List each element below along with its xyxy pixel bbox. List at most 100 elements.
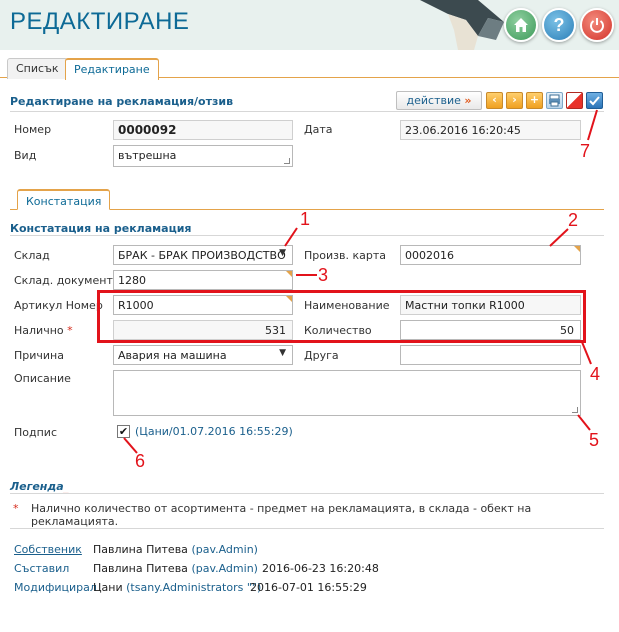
signature-checkbox[interactable]: ✔: [117, 425, 130, 438]
resize-handle-icon[interactable]: [284, 158, 290, 164]
annotation-5: 5: [589, 430, 600, 450]
form-title: Редактиране на рекламация/отзив: [10, 95, 234, 108]
modifier-info: Цани (tsany.Administrators ""): [93, 581, 261, 594]
checkmark-icon: ✔: [118, 425, 129, 438]
number-label: Номер: [14, 123, 52, 136]
modifier-label: Модифицирал: [14, 581, 97, 594]
action-button-label: действие: [406, 94, 461, 107]
annotation-7: 7: [580, 141, 591, 161]
chevron-right-icon: ›: [512, 93, 517, 106]
prev-button[interactable]: ‹: [486, 92, 503, 109]
app-header: РЕДАКТИРАНЕ ?: [0, 0, 619, 50]
warehouse-doc-field[interactable]: 1280: [113, 270, 293, 290]
save-button[interactable]: [586, 92, 603, 109]
legend-star: *: [13, 502, 19, 515]
next-button[interactable]: ›: [506, 92, 523, 109]
main-tabbar: Списък Редактиране: [0, 50, 619, 80]
modifier-name: Цани: [93, 581, 123, 594]
divider: [10, 235, 604, 236]
annotation-1: 1: [300, 209, 311, 229]
creator-name: Павлина Питева: [93, 562, 188, 575]
home-button[interactable]: [504, 8, 538, 42]
add-button[interactable]: +: [526, 92, 543, 109]
action-arrow-icon: »: [464, 94, 472, 107]
description-textarea[interactable]: [113, 370, 581, 416]
annotation-arrow-4: [581, 341, 592, 365]
annotation-arrow-1: [284, 227, 298, 247]
warehouse-label: Склад: [14, 249, 50, 262]
number-field[interactable]: 0000092: [113, 120, 293, 140]
reason-label: Причина: [14, 349, 64, 362]
type-field[interactable]: вътрешна: [113, 145, 293, 167]
tab-list[interactable]: Списък: [7, 58, 68, 79]
date-label: Дата: [304, 123, 333, 136]
creator-label: Съставил: [14, 562, 70, 575]
print-button[interactable]: [546, 92, 563, 109]
reason-value: Авария на машина: [118, 349, 227, 362]
available-label: Налично *: [14, 324, 73, 337]
app-title: РЕДАКТИРАНЕ: [10, 8, 190, 35]
tab-constatation[interactable]: Констатация: [17, 189, 111, 210]
signature-label: Подпис: [14, 426, 57, 439]
other-label: Друга: [304, 349, 339, 362]
resize-handle-icon[interactable]: [572, 407, 578, 413]
dropdown-arrow-icon: ▼: [279, 248, 286, 258]
creator-account[interactable]: (pav.Admin): [191, 562, 258, 575]
reason-select[interactable]: Авария на машина ▼: [113, 345, 293, 365]
chevron-left-icon: ‹: [492, 93, 497, 106]
article-label: Артикул Номер: [14, 299, 103, 312]
annotation-arrow-7: [587, 109, 598, 141]
date-field[interactable]: 23.06.2016 16:20:45: [400, 120, 581, 140]
type-label: Вид: [14, 149, 37, 162]
owner-account[interactable]: (pav.Admin): [191, 543, 258, 556]
other-field[interactable]: [400, 345, 581, 365]
clear-button[interactable]: [566, 92, 583, 109]
annotation-4: 4: [590, 364, 601, 384]
annotation-box: [97, 290, 586, 343]
divider: [10, 493, 604, 494]
creator-info: Павлина Питева (pav.Admin): [93, 562, 258, 575]
print-icon: [549, 94, 560, 107]
help-button[interactable]: ?: [542, 8, 576, 42]
legend-text: Налично количество от асортимента - пред…: [31, 502, 532, 528]
checkmark-icon: [589, 96, 600, 106]
bird-logo: [420, 0, 504, 50]
production-card-value: 0002016: [405, 249, 454, 262]
description-label: Описание: [14, 372, 71, 385]
production-card-field[interactable]: 0002016: [400, 245, 581, 265]
annotation-arrow-5: [577, 414, 591, 431]
lookup-corner-icon: [286, 271, 292, 277]
warehouse-select[interactable]: БРАК - БРАК ПРОИЗВОДСТВО ▼: [113, 245, 293, 265]
warehouse-doc-value: 1280: [118, 274, 146, 287]
signature-text: (Цани/01.07.2016 16:55:29): [135, 425, 293, 438]
dropdown-arrow-icon: ▼: [279, 348, 286, 358]
action-button[interactable]: действие »: [396, 91, 482, 110]
warehouse-doc-label: Склад. документ: [14, 274, 113, 287]
production-card-label: Произв. карта: [304, 249, 386, 262]
owner-info: Павлина Питева (pav.Admin): [93, 543, 258, 556]
plus-icon: +: [529, 93, 540, 106]
annotation-arrow-2: [549, 228, 569, 247]
constatation-title: Констатация на рекламация: [10, 222, 192, 235]
annotation-2: 2: [568, 210, 579, 230]
legend-title: Легенда: [10, 480, 64, 493]
modifier-date: 2016-07-01 16:55:29: [250, 581, 367, 594]
annotation-6: 6: [135, 451, 146, 471]
lookup-corner-icon: [574, 246, 580, 252]
tab-edit[interactable]: Редактиране: [65, 58, 159, 80]
logout-button[interactable]: [580, 8, 614, 42]
owner-name: Павлина Питева: [93, 543, 188, 556]
divider: [10, 528, 604, 529]
owner-link[interactable]: Собственик: [14, 543, 82, 556]
help-icon: ?: [553, 14, 565, 35]
home-icon: [514, 18, 528, 32]
power-icon: [590, 18, 604, 33]
type-value: вътрешна: [118, 149, 177, 162]
modifier-account[interactable]: (tsany.Administrators ""): [126, 581, 261, 594]
warehouse-value: БРАК - БРАК ПРОИЗВОДСТВО: [118, 249, 286, 262]
divider: [10, 111, 604, 112]
annotation-3: 3: [318, 265, 329, 285]
required-mark: *: [67, 324, 73, 337]
creator-date: 2016-06-23 16:20:48: [262, 562, 379, 575]
available-label-text: Налично: [14, 324, 64, 337]
